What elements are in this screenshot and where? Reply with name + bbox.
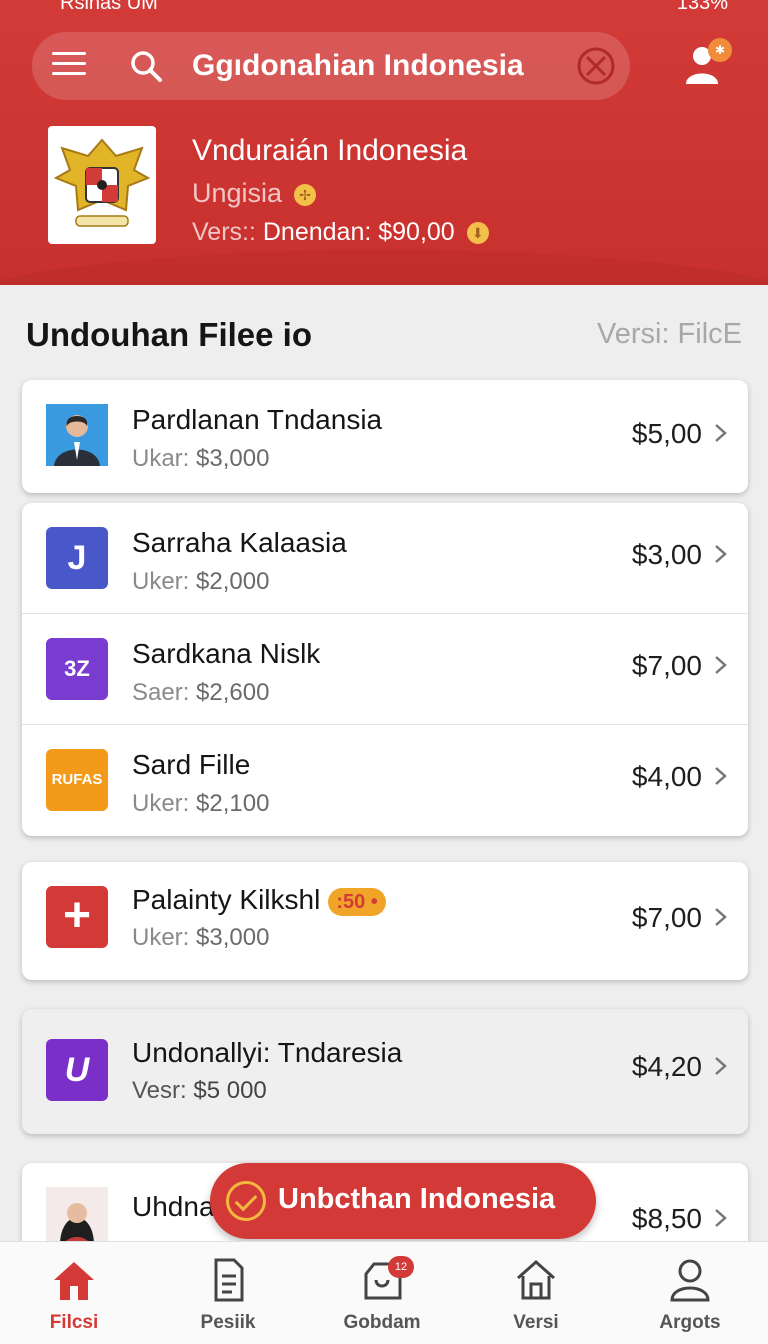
promo-badge: ⁠:50 • — [328, 887, 386, 916]
item-name: Sardkana Nislk — [132, 638, 321, 669]
item-name: Uhdna — [132, 1191, 215, 1222]
nav-label: Versi — [513, 1312, 559, 1333]
nav-item-filcsi[interactable]: Filcsi — [14, 1256, 134, 1342]
list-item[interactable]: Pardlanan Tndansia Ukar: $3,000 $5,00 — [22, 380, 748, 493]
item-name: Undonallyi: Tndaresia — [132, 1037, 403, 1068]
item-meta-label: Uker: — [132, 790, 190, 817]
u-app-icon: U — [46, 1039, 108, 1101]
person-photo-icon — [46, 1187, 108, 1249]
chevron-right-icon — [715, 908, 727, 926]
notification-dot: ✱ — [708, 38, 732, 62]
rufas-app-icon: RUFAS — [46, 749, 108, 811]
search-icon — [131, 51, 162, 82]
list-item[interactable]: + Palainty Kilkshl⁠:50 • Uker: $3,000 $7… — [22, 862, 748, 980]
item-meta-value: $2,600 — [196, 679, 270, 706]
item-meta: Ukar: $3,000 — [132, 445, 269, 473]
file-card: Pardlanan Tndansia Ukar: $3,000 $5,00 — [22, 380, 748, 493]
j-app-icon: J — [46, 527, 108, 589]
file-card: J Sarraha Kalaasia Uker: $2,000 $3,00 3Z… — [22, 503, 748, 836]
list-item[interactable]: 3Z Sardkana Nislk Saer: $2,600 $7,00 — [22, 614, 748, 725]
section-version-link[interactable]: Versi: FilcE — [597, 318, 742, 351]
item-name: Palainty Kilkshl — [132, 884, 321, 915]
download-toast[interactable]: Unbcthan Indonesia — [210, 1163, 596, 1239]
app-title: Vnduraián Indonesia — [192, 134, 468, 167]
search-input[interactable]: Ggıdonahian Indonesia — [192, 49, 524, 83]
section-title: Undouhan Filee io — [26, 316, 312, 353]
toast-text: Unbcthan Indonesia — [278, 1183, 556, 1215]
item-meta-value: $2,100 — [196, 790, 270, 817]
file-card: U Undonallyi: Tndaresia Vesr: $5 000 $4,… — [22, 1009, 748, 1134]
plus-app-icon: + — [46, 886, 108, 948]
app-subtitle: Ungisia ✢ — [192, 178, 317, 209]
nav-item-pesiik[interactable]: Pesiik — [168, 1256, 288, 1342]
chevron-right-icon — [715, 767, 727, 785]
list-item[interactable]: J Sarraha Kalaasia Uker: $2,000 $3,00 — [22, 503, 748, 614]
item-price: $8,50 — [631, 1203, 702, 1234]
item-price: $7,00 — [631, 902, 702, 933]
item-meta-value: $2,000 — [196, 568, 270, 595]
item-price: $5,00 — [631, 418, 702, 449]
search-bar[interactable]: Ggıdonahian Indonesia — [32, 32, 630, 100]
item-meta-label: Vesr: — [132, 1077, 187, 1104]
item-meta: Uker: $2,100 — [132, 790, 269, 818]
item-meta-value: $3,000 — [196, 445, 270, 472]
app-header: Rsinas UM 133% Ggıdonahian Indonesia ✱ V… — [0, 0, 768, 285]
chevron-right-icon — [715, 656, 727, 674]
app-subtitle-text: Ungisia — [192, 178, 283, 208]
nav-label: Argots — [659, 1312, 721, 1333]
item-meta: Uker: $3,000 — [132, 924, 269, 952]
chevron-right-icon — [715, 1209, 727, 1227]
item-meta: Uker: $2,000 — [132, 568, 269, 596]
nav-label: Gobdam — [343, 1312, 421, 1333]
file-card: + Palainty Kilkshl⁠:50 • Uker: $3,000 $7… — [22, 862, 748, 980]
item-name: Pardlanan Tndansia — [132, 404, 383, 435]
chevron-right-icon — [715, 424, 727, 442]
app-logo — [48, 126, 156, 244]
item-meta-label: Saer: — [132, 679, 190, 706]
bottom-navigation: Filcsi Pesiik 12 Gobdam Versi Argots — [0, 1241, 768, 1344]
menu-icon[interactable] — [52, 52, 86, 80]
status-bar: Rsinas UM 133% — [0, 0, 768, 16]
item-price: $4,20 — [631, 1051, 702, 1082]
item-price: $7,00 — [631, 650, 702, 681]
version-label: Vers:: — [192, 218, 256, 246]
nav-label: Pesiik — [200, 1312, 256, 1333]
nav-item-argots[interactable]: Argots — [630, 1256, 750, 1342]
home-icon — [54, 1262, 94, 1300]
item-price: $4,00 — [631, 761, 702, 792]
chevron-right-icon — [715, 1057, 727, 1075]
sz-app-icon: 3Z — [46, 638, 108, 700]
nav-item-gobdam[interactable]: 12 Gobdam — [322, 1256, 442, 1342]
user-icon — [670, 1259, 710, 1302]
item-price: $3,00 — [631, 539, 702, 570]
item-name: Sard Fille — [132, 749, 251, 780]
nav-label: Filcsi — [49, 1312, 99, 1333]
list-item[interactable]: RUFAS Sard Fille Uker: $2,100 $4,00 — [22, 725, 748, 836]
document-icon — [214, 1258, 244, 1302]
version-value: Dnendan: $90,00 — [262, 218, 455, 246]
clear-search-icon[interactable] — [576, 46, 616, 86]
house-outline-icon — [517, 1259, 555, 1300]
nav-item-versi[interactable]: Versi — [476, 1256, 596, 1342]
chevron-right-icon — [715, 545, 727, 563]
check-circle-icon — [226, 1181, 266, 1221]
item-name-row: Palainty Kilkshl⁠:50 • — [132, 884, 386, 916]
battery-level: 133% — [676, 0, 728, 14]
download-coin-icon[interactable]: ⬇ — [466, 222, 489, 245]
item-name: Sarraha Kalaasia — [132, 527, 347, 558]
person-photo-icon — [46, 404, 108, 466]
item-meta-value: $3,000 — [196, 924, 270, 951]
app-version: Vers:: Dnendan: $90,00 ⬇ — [192, 218, 489, 247]
item-meta-value: $5 000 — [193, 1077, 267, 1104]
nav-badge: 12 — [388, 1256, 414, 1278]
list-item[interactable]: U Undonallyi: Tndaresia Vesr: $5 000 $4,… — [22, 1009, 748, 1134]
garuda-emblem-icon — [53, 138, 151, 227]
item-meta-label: Uker: — [132, 568, 190, 595]
item-meta: Vesr: $5 000 — [132, 1077, 267, 1105]
item-meta-label: Uker: — [132, 924, 190, 951]
item-meta-label: Ukar: — [132, 445, 190, 472]
status-left: Rsinas UM — [60, 0, 158, 14]
info-coin-icon: ✢ — [294, 183, 317, 206]
item-meta: Saer: $2,600 — [132, 679, 269, 707]
